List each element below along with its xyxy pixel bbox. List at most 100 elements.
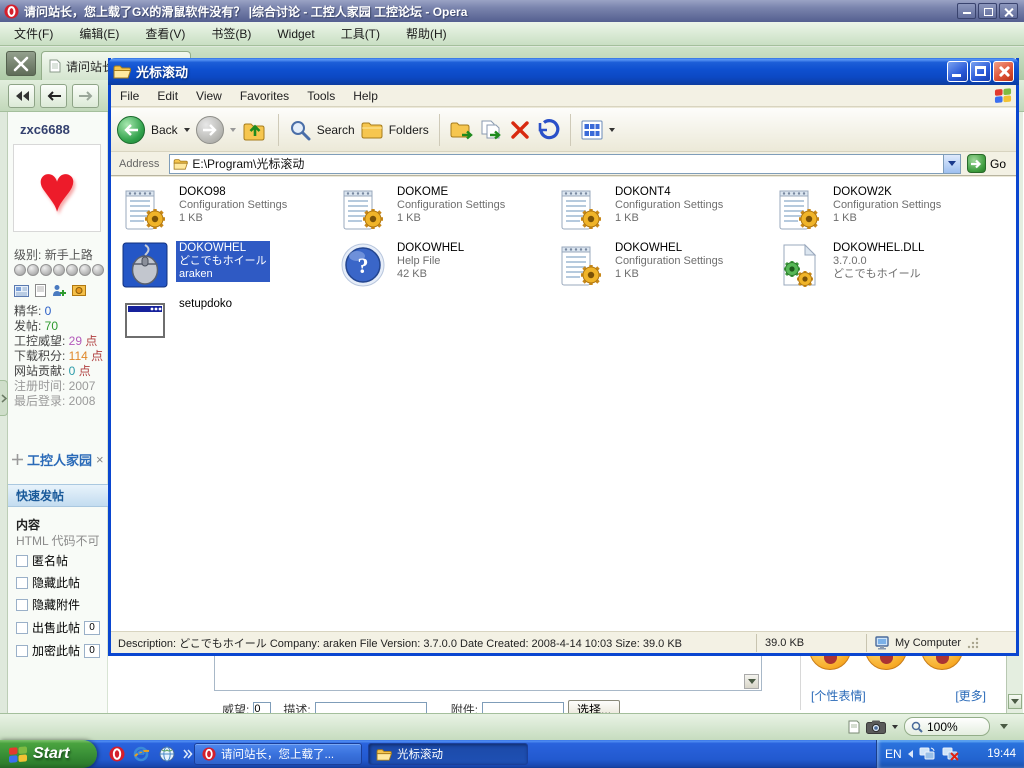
panel-close-icon[interactable]: × (96, 452, 104, 467)
file-tile-dokont4[interactable]: DOKONT4Configuration Settings1 KB (557, 185, 769, 237)
go-button[interactable]: Go (967, 154, 1012, 173)
file-tile-dokowhel[interactable]: DOKOWHELどこでもホイールaraken (121, 241, 333, 293)
camera-dropdown-icon[interactable] (892, 725, 898, 729)
user-stat: 注册时间: 2007 (14, 379, 103, 394)
address-combo[interactable]: E:\Program\光标滚动 (169, 154, 961, 174)
svg-text:?: ? (358, 253, 369, 278)
browser-globe-icon[interactable] (158, 746, 175, 763)
rewind-button[interactable] (8, 84, 35, 108)
explorer-window: 光标滚动 FileEditViewFavoritesToolsHelp Back (108, 58, 1019, 656)
checkbox[interactable] (16, 599, 28, 611)
taskbar-task-explorer[interactable]: 光标滚动 (368, 743, 528, 765)
file-tile-dokowhel[interactable]: ? DOKOWHELHelp File42 KB (339, 241, 551, 293)
views-button[interactable] (581, 120, 615, 140)
explorer-minimize-button[interactable] (947, 61, 968, 82)
avatar: ♥ (13, 144, 101, 232)
sidebar-collapse-handle[interactable] (0, 380, 8, 416)
opera-minimize-button[interactable] (957, 3, 976, 19)
opera-panels-toggle-button[interactable] (6, 51, 36, 76)
file-tile-setupdoko[interactable]: setupdoko (121, 297, 333, 349)
delete-x-icon (510, 120, 530, 140)
zoom-level: 100% (927, 720, 958, 734)
camera-icon[interactable] (866, 720, 886, 734)
address-label: Address (115, 158, 163, 170)
move-to-button[interactable] (450, 119, 474, 141)
option-value-input[interactable]: 0 (84, 621, 100, 635)
note-icon[interactable] (848, 720, 860, 734)
explorer-menu-item[interactable]: Edit (148, 89, 187, 103)
zoom-dropdown-button[interactable] (996, 718, 1012, 735)
resize-grip[interactable] (967, 637, 979, 649)
forward-button[interactable] (196, 116, 236, 144)
option-value-input[interactable]: 0 (84, 644, 100, 658)
textarea-scroll-down-button[interactable] (744, 674, 759, 689)
money-icon[interactable] (72, 285, 86, 296)
emoticon-link[interactable]: [更多] (955, 687, 986, 704)
zoom-control[interactable]: 100% (904, 717, 990, 736)
language-indicator[interactable]: EN (885, 747, 902, 761)
medal-icon (53, 264, 65, 276)
views-dropdown-icon[interactable] (609, 128, 615, 132)
forum-home-link[interactable]: 工控人家园 (27, 450, 92, 469)
explorer-menu-item[interactable]: Help (344, 89, 387, 103)
folders-icon (361, 121, 383, 139)
folders-button[interactable]: Folders (361, 121, 429, 139)
search-button[interactable]: Search (289, 119, 355, 141)
address-path[interactable]: E:\Program\光标滚动 (192, 155, 939, 172)
forward-button[interactable] (72, 84, 99, 108)
copy-to-button[interactable] (480, 119, 504, 141)
scroll-down-button[interactable] (1008, 694, 1022, 709)
explorer-menu-item[interactable]: Favorites (231, 89, 298, 103)
up-button[interactable] (242, 118, 268, 142)
checkbox[interactable] (16, 645, 28, 657)
opera-menu-item[interactable]: 编辑(E) (79, 25, 119, 42)
checkbox[interactable] (16, 622, 28, 634)
opera-quicklaunch-icon[interactable] (108, 746, 125, 763)
checkbox[interactable] (16, 577, 28, 589)
file-list-area[interactable]: DOKO98Configuration Settings1 KB DOKOMEC… (111, 177, 1016, 631)
clock[interactable]: 19:44 (987, 748, 1016, 760)
undo-button[interactable] (536, 119, 560, 141)
opera-menu-item[interactable]: 工具(T) (341, 25, 380, 42)
desktop: 请问站长，您上载了GX的滑鼠软件没有？ |综合讨论 - 工控人家园 工控论坛 -… (0, 0, 1024, 768)
explorer-maximize-button[interactable] (970, 61, 991, 82)
address-dropdown-button[interactable] (943, 155, 960, 173)
opera-restore-button[interactable] (978, 3, 997, 19)
explorer-close-button[interactable] (993, 61, 1014, 82)
opera-menu-item[interactable]: 帮助(H) (406, 25, 447, 42)
file-tile-dokowhel[interactable]: DOKOWHELConfiguration Settings1 KB (557, 241, 769, 293)
emoticon-link[interactable]: [个性表情] (811, 687, 866, 704)
edit-post-icon[interactable] (35, 284, 46, 297)
explorer-titlebar[interactable]: 光标滚动 (108, 58, 1019, 85)
checkbox[interactable] (16, 555, 28, 567)
file-tile-dokowhel-dll[interactable]: DOKOWHEL.DLL3.7.0.0どこでもホイール (775, 241, 987, 293)
network-disconnected-icon[interactable] (942, 747, 959, 761)
medal-icon (66, 264, 78, 276)
opera-menubar: 文件(F) 编辑(E) 查看(V) 书签(B) Widget 工具(T) 帮助(H) (0, 22, 1024, 46)
opera-menu-item[interactable]: 书签(B) (211, 25, 251, 42)
tray-expand-icon[interactable] (908, 750, 913, 758)
explorer-menu-item[interactable]: View (187, 89, 231, 103)
opera-menu-item[interactable]: Widget (277, 27, 314, 41)
opera-titlebar[interactable]: 请问站长，您上载了GX的滑鼠软件没有？ |综合讨论 - 工控人家园 工控论坛 -… (0, 0, 1024, 22)
start-button[interactable]: Start (0, 740, 97, 768)
explorer-menu-item[interactable]: Tools (298, 89, 344, 103)
taskbar-task-opera[interactable]: 请问站长，您上载了... (194, 743, 362, 765)
file-tile-dokow2k[interactable]: DOKOW2KConfiguration Settings1 KB (775, 185, 987, 237)
delete-button[interactable] (510, 120, 530, 140)
ie-quicklaunch-icon[interactable] (133, 746, 150, 763)
add-friend-icon[interactable] (52, 284, 66, 297)
opera-menu-item[interactable]: 查看(V) (145, 25, 185, 42)
opera-close-button[interactable] (999, 3, 1018, 19)
file-tile-doko98[interactable]: DOKO98Configuration Settings1 KB (121, 185, 333, 237)
explorer-menu-item[interactable]: File (111, 89, 148, 103)
file-tile-dokome[interactable]: DOKOMEConfiguration Settings1 KB (339, 185, 551, 237)
profile-card-icon[interactable] (14, 285, 29, 297)
back-dropdown-icon[interactable] (184, 128, 190, 132)
username[interactable]: zxc6688 (20, 122, 70, 137)
quicklaunch-chevron-icon[interactable] (183, 749, 193, 759)
opera-menu-item[interactable]: 文件(F) (14, 25, 53, 42)
back-button[interactable] (40, 84, 67, 108)
back-button[interactable]: Back (117, 116, 190, 144)
network-status-icon[interactable] (919, 747, 936, 761)
